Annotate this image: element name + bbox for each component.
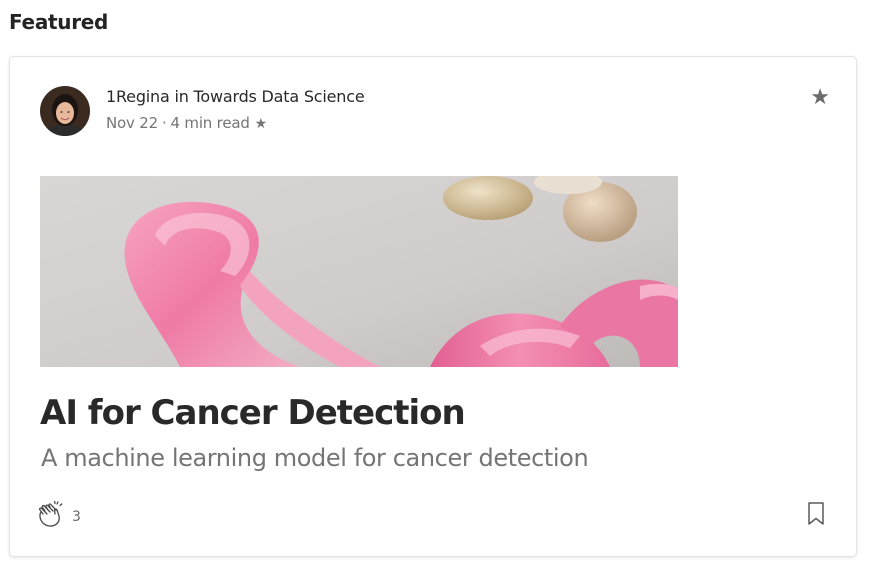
author-avatar[interactable] bbox=[40, 86, 90, 136]
section-title: Featured bbox=[9, 10, 109, 34]
clap-icon[interactable] bbox=[34, 498, 68, 532]
clap-count: 3 bbox=[72, 509, 81, 525]
post-meta: Nov 22 · 4 min read ★ bbox=[106, 114, 267, 132]
read-time: 4 min read bbox=[170, 114, 250, 132]
author-name-link[interactable]: 1Regina bbox=[106, 87, 170, 106]
member-star-icon: ★ bbox=[254, 116, 268, 132]
bookmark-icon[interactable] bbox=[806, 501, 826, 527]
avatar-image bbox=[40, 86, 90, 136]
post-hero-image[interactable] bbox=[40, 176, 678, 367]
author-publication-line: 1Regina in Towards Data Science bbox=[106, 87, 365, 106]
post-subtitle[interactable]: A machine learning model for cancer dete… bbox=[41, 444, 589, 472]
meta-separator: · bbox=[161, 114, 167, 132]
publication-link[interactable]: Towards Data Science bbox=[194, 87, 365, 106]
author-connector: in bbox=[174, 87, 189, 106]
featured-post-card[interactable]: 1Regina in Towards Data Science Nov 22 · 4… bbox=[9, 56, 857, 557]
star-icon[interactable]: ★ bbox=[810, 84, 830, 110]
post-title[interactable]: AI for Cancer Detection bbox=[40, 393, 466, 433]
post-date: Nov 22 bbox=[106, 114, 158, 132]
pink-ribbon-image bbox=[40, 176, 678, 367]
